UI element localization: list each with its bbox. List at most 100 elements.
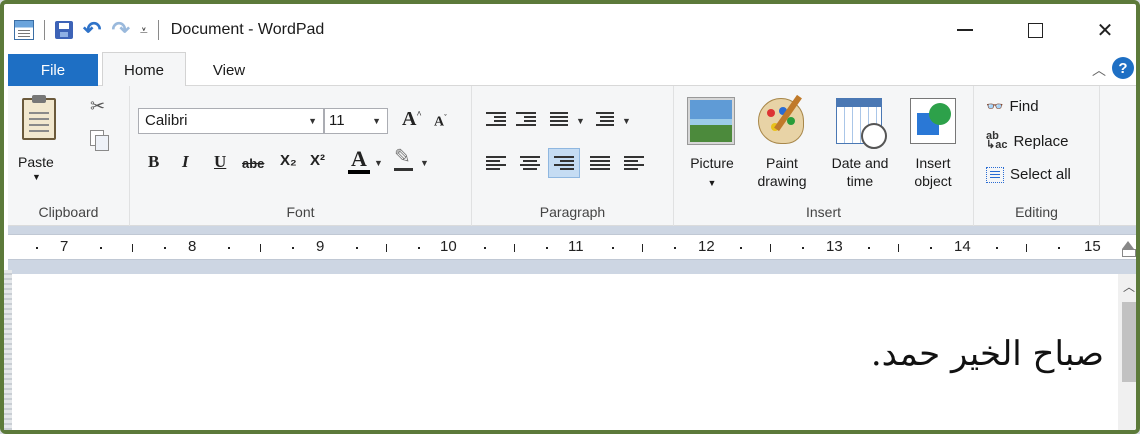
picture-icon[interactable] — [688, 98, 734, 144]
subscript-button[interactable]: X₂ — [280, 152, 297, 169]
ruler-number: 14 — [954, 238, 971, 255]
title-bar: ↶ ↷ ⩡ Document - WordPad ✕ — [8, 8, 1136, 52]
find-label: Find — [1009, 98, 1039, 115]
ruler-number: 12 — [698, 238, 715, 255]
wordpad-icon[interactable] — [14, 20, 34, 40]
clipboard-group-label: Clipboard — [38, 204, 99, 220]
ruler-tick — [802, 247, 804, 249]
help-icon[interactable]: ? — [1112, 57, 1134, 79]
ruler-tick — [132, 244, 133, 252]
highlight-pen-icon[interactable]: ✎ — [394, 144, 413, 171]
maximize-button[interactable] — [1000, 8, 1070, 52]
document-text[interactable]: صباح الخير حمد. — [871, 334, 1104, 374]
copy-icon[interactable] — [90, 130, 109, 151]
ruler-number: 15 — [1084, 238, 1101, 255]
align-center-icon[interactable] — [520, 156, 540, 172]
undo-icon[interactable]: ↶ — [83, 19, 101, 41]
vertical-scrollbar[interactable]: ︿ — [1118, 274, 1136, 430]
ruler-tick — [1058, 247, 1060, 249]
right-indent-marker[interactable] — [1122, 241, 1136, 257]
decrease-indent-icon[interactable] — [486, 112, 506, 128]
clipboard-group: Paste ▼ ✂ Clipboard — [8, 86, 130, 226]
insert-object-icon[interactable] — [910, 98, 956, 144]
paint-palette-icon[interactable] — [758, 98, 804, 144]
paste-button[interactable]: Paste — [18, 154, 54, 170]
paragraph-settings-icon[interactable] — [624, 156, 644, 172]
italic-button[interactable]: I — [182, 152, 189, 172]
document-area[interactable]: صباح الخير حمد. — [8, 274, 1118, 430]
scroll-thumb[interactable] — [1122, 302, 1136, 382]
bullet-list-icon[interactable] — [550, 112, 570, 128]
collapse-ribbon-icon[interactable]: ︿ — [1092, 60, 1106, 80]
date-label-line1: Date and — [831, 155, 889, 171]
customize-toolbar-dropdown-icon[interactable]: ⩡ — [140, 22, 148, 39]
justify-icon[interactable] — [590, 156, 610, 172]
chevron-down-icon: ▼ — [372, 116, 381, 126]
close-button[interactable]: ✕ — [1070, 8, 1136, 52]
ruler[interactable]: 7 8 9 10 11 12 13 14 15 — [8, 234, 1136, 260]
date-time-button[interactable]: Date and time — [820, 154, 900, 190]
insert-object-button[interactable]: Insert object — [900, 154, 966, 190]
select-all-button[interactable]: Select all — [986, 166, 1071, 183]
font-size-select[interactable]: 11 ▼ — [324, 108, 388, 134]
align-right-icon — [554, 156, 574, 172]
editing-group-label: Editing — [1015, 204, 1058, 220]
line-spacing-icon[interactable] — [596, 112, 616, 128]
ruler-number: 9 — [316, 238, 325, 255]
ruler-tick — [386, 244, 387, 252]
maximize-icon — [1027, 22, 1043, 38]
picture-button[interactable]: Picture ▼ — [682, 154, 742, 192]
grow-font-label: A — [402, 108, 417, 130]
font-family-select[interactable]: Calibri ▼ — [138, 108, 324, 134]
scissors-icon[interactable]: ✂ — [90, 96, 105, 117]
ruler-tick — [674, 247, 676, 249]
object-label-line1: Insert — [915, 155, 951, 171]
tab-file[interactable]: File — [8, 54, 98, 86]
bold-button[interactable]: B — [148, 152, 159, 172]
object-label-line2: object — [914, 173, 952, 189]
ruler-number: 11 — [568, 238, 584, 255]
replace-button[interactable]: ab ↳ac Replace — [986, 131, 1069, 151]
bullet-list-dropdown-icon[interactable]: ▼ — [576, 116, 585, 126]
font-color-button[interactable]: A — [348, 146, 370, 174]
font-color-dropdown-icon[interactable]: ▼ — [374, 158, 383, 168]
tab-view[interactable]: View — [204, 54, 254, 86]
highlight-dropdown-icon[interactable]: ▼ — [420, 158, 429, 168]
ruler-tick — [418, 247, 420, 249]
align-left-icon[interactable] — [486, 156, 506, 172]
ruler-tick — [100, 247, 102, 249]
increase-indent-icon[interactable] — [516, 112, 536, 128]
tab-home[interactable]: Home — [102, 52, 186, 87]
paint-drawing-button[interactable]: Paint drawing — [748, 154, 816, 190]
paste-dropdown-icon[interactable]: ▼ — [32, 172, 41, 182]
paragraph-group-label: Paragraph — [539, 204, 606, 220]
grow-font-icon[interactable]: A^ — [402, 108, 422, 131]
scroll-up-icon[interactable]: ︿ — [1118, 278, 1136, 295]
chevron-down-icon: ▼ — [308, 116, 317, 126]
insert-group-label: Insert — [805, 204, 841, 220]
find-button[interactable]: 👓 Find — [986, 98, 1039, 115]
select-all-icon — [986, 166, 1004, 183]
close-icon: ✕ — [1096, 19, 1114, 42]
shrink-font-icon[interactable]: Aˇ — [434, 113, 447, 131]
background-edge — [4, 270, 12, 430]
paint-label-line2: drawing — [757, 173, 807, 189]
superscript-button[interactable]: X² — [310, 152, 325, 169]
select-all-label: Select all — [1010, 166, 1071, 183]
ruler-number: 13 — [826, 238, 843, 255]
strikethrough-button[interactable]: abe — [242, 156, 264, 171]
ruler-number: 7 — [60, 238, 69, 255]
ruler-tick — [996, 247, 998, 249]
save-icon[interactable] — [55, 21, 73, 39]
calendar-clock-icon[interactable] — [836, 98, 887, 149]
minimize-button[interactable] — [930, 8, 1000, 52]
redo-icon[interactable]: ↷ — [111, 19, 129, 41]
paste-icon[interactable] — [22, 95, 56, 140]
underline-button[interactable]: U — [214, 152, 226, 172]
paragraph-group: ▼ ▼ Paragraph — [472, 86, 674, 226]
ruler-number: 8 — [188, 238, 197, 255]
ruler-tick — [770, 244, 771, 252]
line-spacing-dropdown-icon[interactable]: ▼ — [622, 116, 631, 126]
font-group-label: Font — [286, 204, 315, 220]
ribbon: Paste ▼ ✂ Clipboard Calibri ▼ 11 ▼ A^ Aˇ… — [8, 86, 1136, 226]
